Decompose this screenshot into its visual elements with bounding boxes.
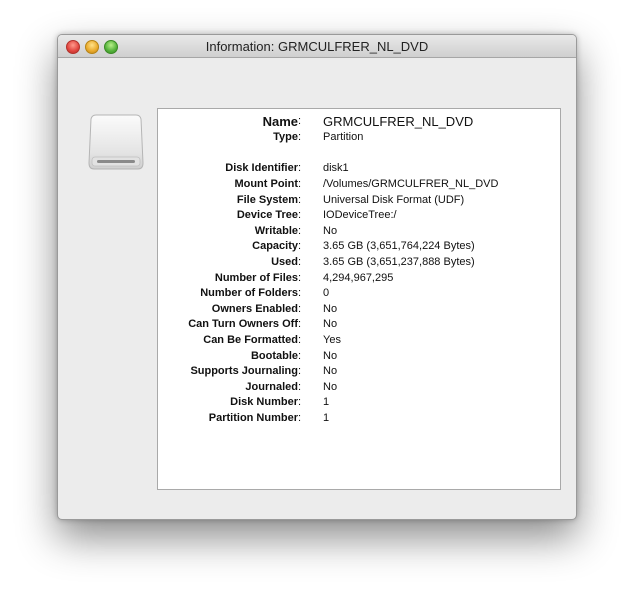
info-value: 1 <box>323 396 330 408</box>
info-value: /Volumes/GRMCULFRER_NL_DVD <box>323 178 499 190</box>
info-row-device-tree: Device Tree : IODeviceTree:/ <box>236 209 397 221</box>
external-disk-icon <box>88 113 144 173</box>
info-row-supports-journaling: Supports Journaling : No <box>190 365 338 377</box>
info-label: Partition Number <box>208 412 298 424</box>
info-value: No <box>323 350 338 362</box>
info-label: Supports Journaling <box>190 365 298 377</box>
title-bar[interactable]: Information: GRMCULFRER_NL_DVD <box>58 35 576 58</box>
info-label: Disk Identifier <box>225 162 298 174</box>
info-value: No <box>323 303 338 315</box>
info-value: 3.65 GB (3,651,237,888 Bytes) <box>323 256 475 268</box>
info-row-partition-number: Partition Number : 1 <box>208 412 330 424</box>
info-value: 1 <box>323 412 330 424</box>
info-value: No <box>323 381 338 393</box>
info-row-type: Type : Partition <box>273 131 364 143</box>
info-row-bootable: Bootable : No <box>250 350 338 362</box>
info-row-writable: Writable : No <box>254 225 338 237</box>
info-row-number-of-folders: Number of Folders : 0 <box>200 287 330 299</box>
info-value: 0 <box>323 287 330 299</box>
info-label: Number of Files <box>214 272 298 284</box>
info-row-capacity: Capacity : 3.65 GB (3,651,764,224 Bytes) <box>252 240 475 252</box>
info-row-journaled: Journaled : No <box>245 381 338 393</box>
info-value: 3.65 GB (3,651,764,224 Bytes) <box>323 240 475 252</box>
info-label: Journaled <box>245 381 298 393</box>
info-row-can-turn-owners-off: Can Turn Owners Off : No <box>188 318 338 330</box>
info-label: Used <box>271 256 298 268</box>
info-label: Bootable <box>250 350 298 362</box>
info-label: File System <box>236 194 298 206</box>
info-row-mount-point: Mount Point : /Volumes/GRMCULFRER_NL_DVD <box>234 178 499 190</box>
info-label: Capacity <box>252 240 298 252</box>
info-label: Disk Number <box>230 396 298 408</box>
info-value: No <box>323 225 338 237</box>
info-row-owners-enabled: Owners Enabled : No <box>211 303 338 315</box>
info-row-name: Name : GRMCULFRER_NL_DVD <box>262 114 474 129</box>
info-value: Universal Disk Format (UDF) <box>323 194 465 206</box>
info-value: GRMCULFRER_NL_DVD <box>323 114 474 129</box>
window-title: Information: GRMCULFRER_NL_DVD <box>205 39 429 54</box>
info-label: Owners Enabled <box>211 303 298 315</box>
info-panel: Name : GRMCULFRER_NL_DVD Type : Partitio… <box>157 108 561 490</box>
info-value: No <box>323 318 338 330</box>
info-value: No <box>323 365 338 377</box>
info-row-file-system: File System : Universal Disk Format (UDF… <box>236 194 465 206</box>
info-label: Mount Point <box>234 178 298 190</box>
info-label: Type <box>273 131 298 143</box>
info-row-disk-number: Disk Number : 1 <box>230 396 330 408</box>
info-value: Partition <box>323 131 364 143</box>
info-label: Name <box>262 114 298 129</box>
info-label: Device Tree <box>236 209 298 221</box>
info-label: Number of Folders <box>200 287 298 299</box>
info-value: Yes <box>323 334 341 346</box>
info-label: Can Turn Owners Off <box>188 318 298 330</box>
info-label: Writable <box>254 225 298 237</box>
info-value: IODeviceTree:/ <box>323 209 397 221</box>
info-value: 4,294,967,295 <box>323 272 394 284</box>
info-value: disk1 <box>323 162 349 174</box>
info-row-number-of-files: Number of Files : 4,294,967,295 <box>214 272 394 284</box>
info-row-used: Used : 3.65 GB (3,651,237,888 Bytes) <box>271 256 475 268</box>
info-window: Information: GRMCULFRER_NL_DVD Name : GR… <box>57 34 577 520</box>
info-row-can-be-formatted: Can Be Formatted : Yes <box>203 334 341 346</box>
info-label: Can Be Formatted <box>203 334 298 346</box>
info-row-disk-identifier: Disk Identifier : disk1 <box>225 162 349 174</box>
